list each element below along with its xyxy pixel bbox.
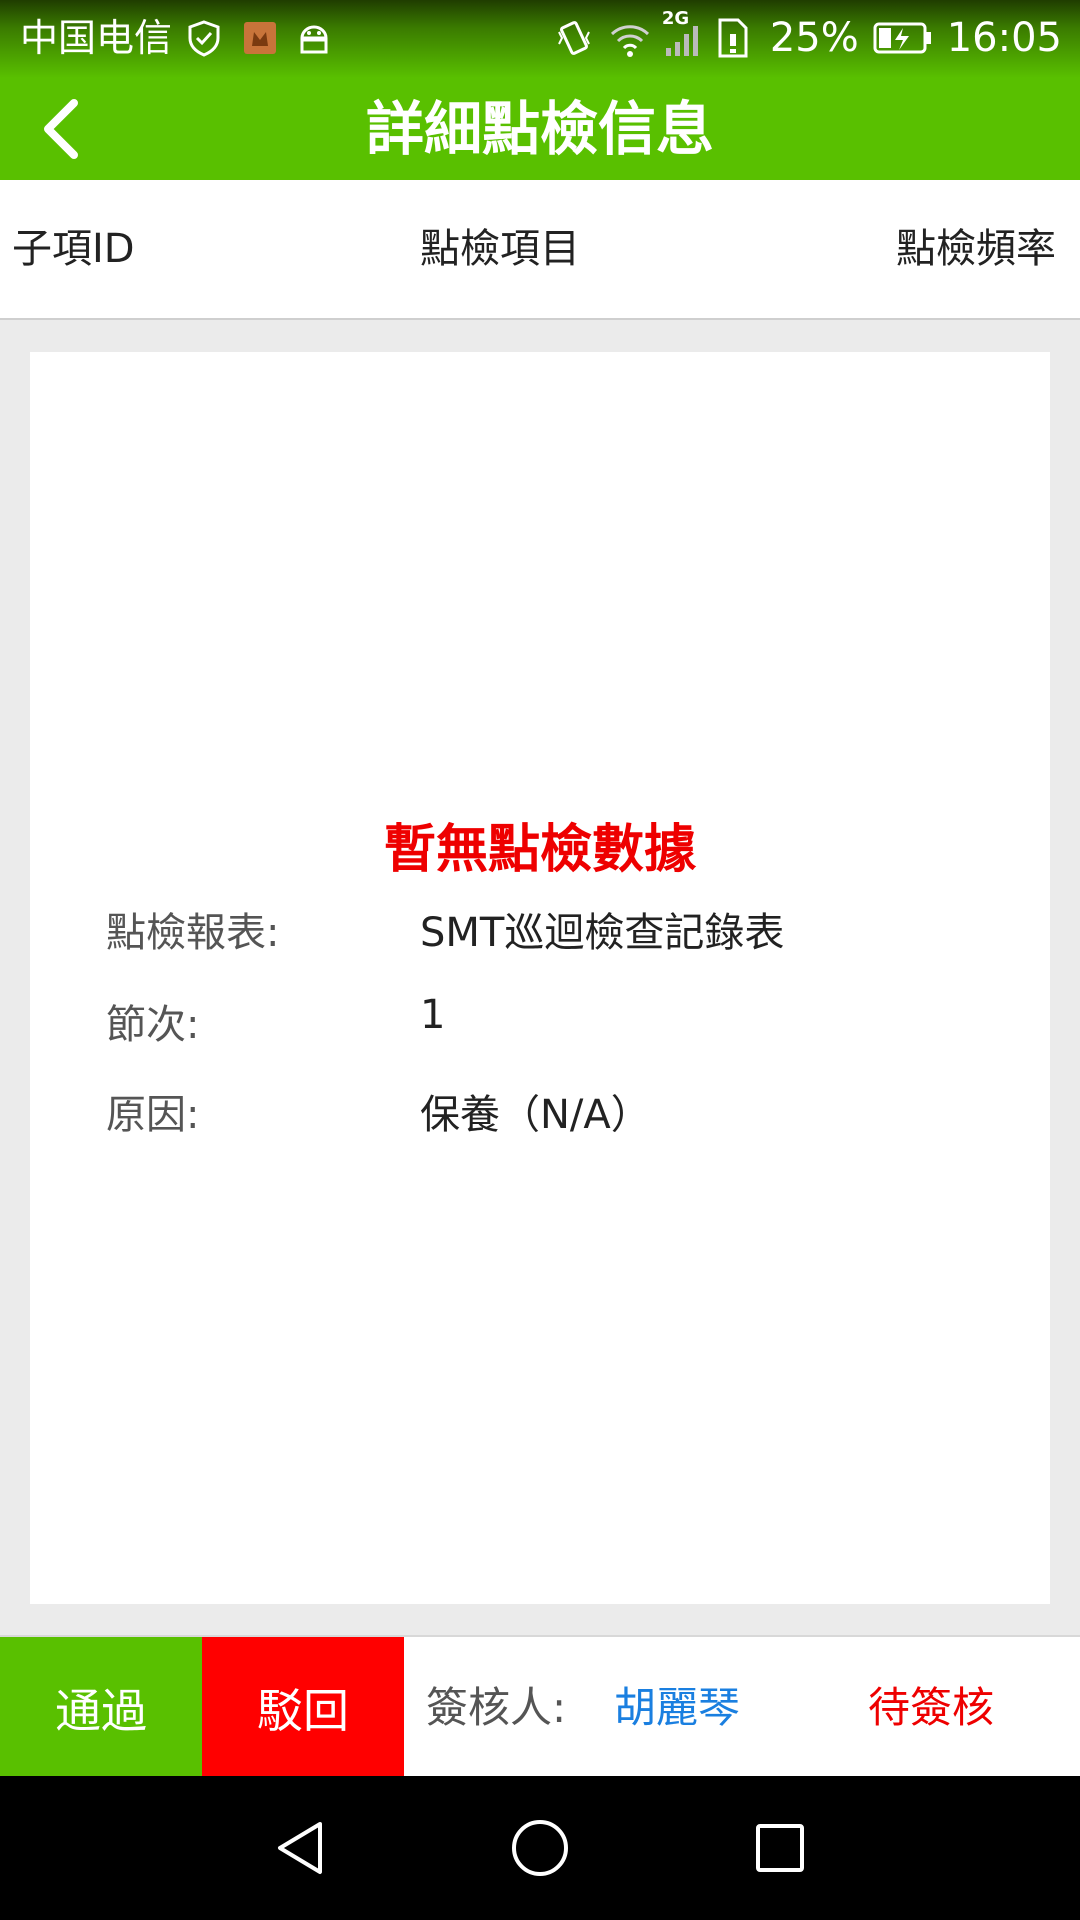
- system-nav-bar: [0, 1776, 1080, 1920]
- status-right: 2G 25% 16:05: [554, 8, 1062, 62]
- nav-recents-button[interactable]: [732, 1800, 828, 1896]
- circle-home-icon: [512, 1820, 568, 1876]
- column-check-item: 點檢項目: [420, 226, 580, 272]
- app-notification-icon: [240, 18, 280, 58]
- section-value: 1: [420, 992, 446, 1038]
- section-label: 節次:: [106, 1002, 200, 1048]
- signal-icon: 2G: [662, 8, 702, 58]
- reject-button[interactable]: 駁回: [202, 1637, 404, 1778]
- column-header: 子項ID 點檢項目 點檢頻率: [0, 180, 1080, 320]
- pass-button[interactable]: 通過: [0, 1637, 202, 1778]
- empty-message: 暫無點檢數據: [383, 820, 696, 880]
- sim-icon: [716, 18, 756, 58]
- battery-percent: 25%: [769, 15, 859, 61]
- android-icon: [294, 18, 334, 58]
- clock: 16:05: [946, 15, 1062, 61]
- approver-label: 簽核人:: [426, 1683, 567, 1732]
- action-bar: 通過 駁回 簽核人: 胡麗琴 待簽核: [0, 1635, 1080, 1778]
- reason-value: 保養（N/A）: [420, 1092, 651, 1138]
- screen: 中国电信 2G 25% 16:05 詳細點檢信息 子項ID 點檢項目 點檢頻率 …: [0, 0, 1080, 1920]
- vibrate-icon: [554, 18, 594, 58]
- square-recents-icon: [756, 1824, 804, 1872]
- app-header: 詳細點檢信息: [0, 78, 1080, 180]
- column-subitem-id: 子項ID: [12, 226, 135, 272]
- shield-check-icon: [186, 18, 226, 58]
- back-button[interactable]: [18, 86, 102, 172]
- chevron-left-icon: [44, 99, 78, 159]
- network-type-label: 2G: [661, 8, 690, 29]
- status-bar: 中国电信 2G 25% 16:05: [0, 0, 1080, 78]
- detail-card: 暫無點檢數據 點檢報表: SMT巡迴檢查記錄表 節次: 1 原因: 保養（N/A…: [30, 352, 1050, 1604]
- status-left: 中国电信: [20, 14, 334, 62]
- battery-charging-icon: [873, 18, 933, 58]
- reason-label: 原因:: [106, 1092, 200, 1138]
- nav-home-button[interactable]: [492, 1800, 588, 1896]
- approval-status-badge: 待簽核: [868, 1683, 995, 1732]
- report-label: 點檢報表:: [106, 910, 280, 956]
- nav-back-button[interactable]: [252, 1800, 348, 1896]
- approver-name[interactable]: 胡麗琴: [614, 1637, 740, 1778]
- column-check-frequency: 點檢頻率: [896, 226, 1056, 272]
- triangle-back-icon: [278, 1822, 322, 1874]
- report-value: SMT巡迴檢查記錄表: [420, 910, 785, 956]
- wifi-icon: [608, 18, 649, 58]
- carrier-label: 中国电信: [20, 16, 173, 60]
- page-title: 詳細點檢信息: [365, 95, 714, 163]
